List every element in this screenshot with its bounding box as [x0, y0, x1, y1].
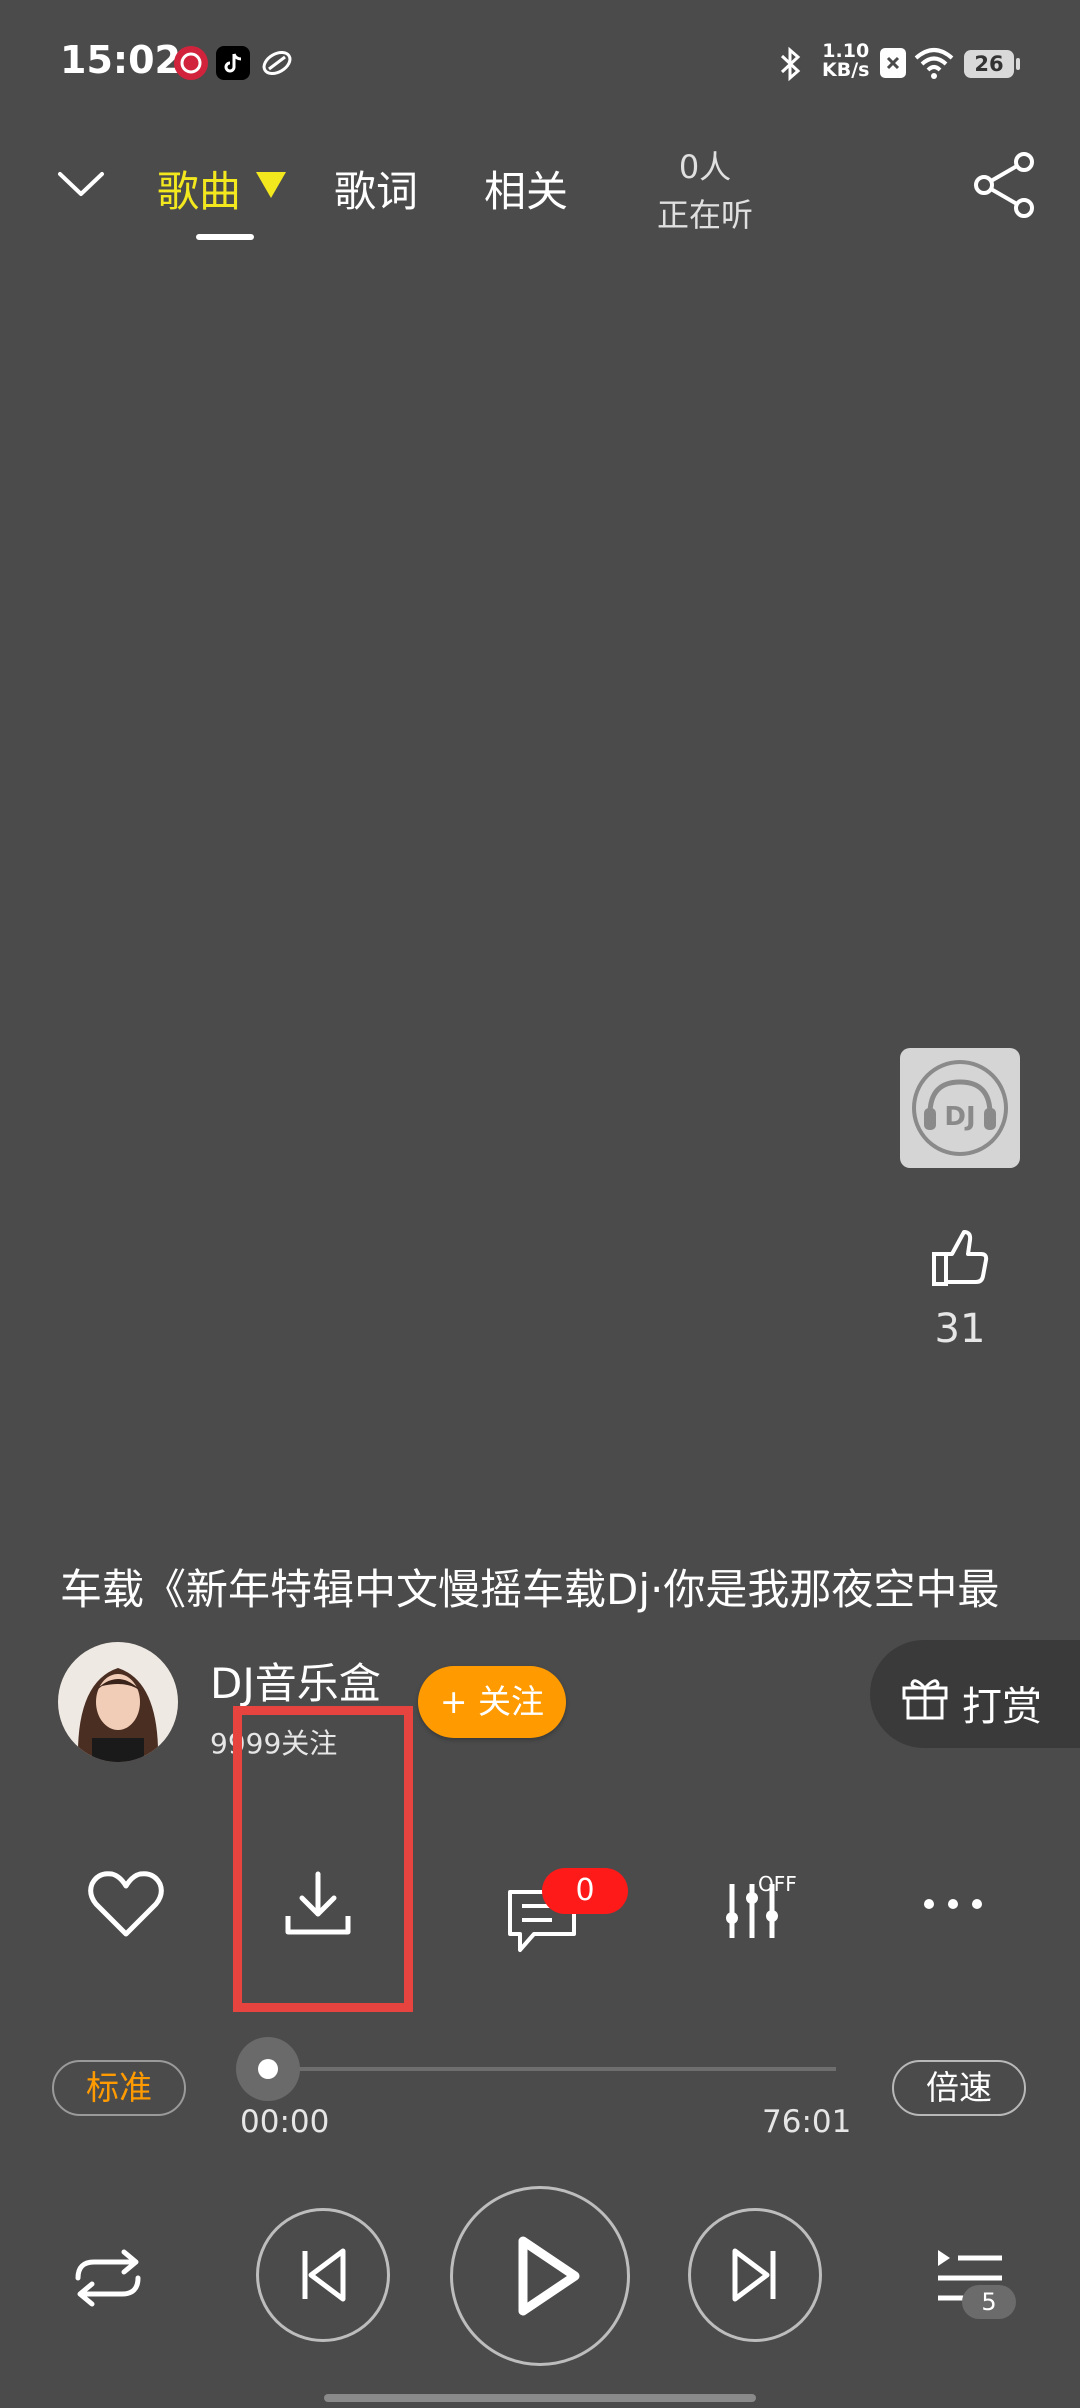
- like-count: 31: [934, 1306, 986, 1352]
- more-icon[interactable]: [920, 1896, 986, 1912]
- playback-speed-button[interactable]: 倍速: [892, 2060, 1026, 2116]
- listeners-label: 正在听: [656, 196, 753, 234]
- tab-lyrics[interactable]: 歌词: [334, 158, 418, 219]
- battery-tip: [1016, 58, 1020, 70]
- svg-text:DJ: DJ: [944, 1102, 975, 1132]
- bluetooth-icon: [776, 46, 806, 82]
- artist-avatar[interactable]: [58, 1642, 178, 1762]
- share-icon[interactable]: [970, 150, 1040, 220]
- play-button[interactable]: [450, 2186, 630, 2366]
- play-icon: [518, 2236, 580, 2316]
- next-button[interactable]: [688, 2208, 822, 2342]
- wifi-icon: [914, 46, 954, 80]
- dj-logo-icon[interactable]: DJ: [900, 1048, 1020, 1168]
- previous-button[interactable]: [256, 2208, 390, 2342]
- tab-related[interactable]: 相关: [484, 158, 568, 219]
- highlight-box: [233, 1706, 413, 2012]
- artist-name[interactable]: DJ音乐盒: [210, 1650, 381, 1711]
- current-time: 00:00: [240, 2104, 330, 2140]
- network-speed: 1.10 KB/s: [822, 40, 870, 81]
- home-indicator[interactable]: [324, 2394, 756, 2402]
- repeat-icon[interactable]: [68, 2248, 148, 2308]
- follow-button[interactable]: + 关注: [418, 1666, 566, 1738]
- listeners-count: 0人: [678, 148, 732, 186]
- link-app-icon: [260, 46, 294, 80]
- quality-button[interactable]: 标准: [52, 2060, 186, 2116]
- sim-off-icon: [880, 48, 906, 78]
- dj-app-icon: [174, 46, 208, 80]
- collapse-chevron-icon[interactable]: [56, 168, 106, 200]
- equalizer-state: OFF: [758, 1872, 797, 1896]
- total-time: 76:01: [762, 2104, 852, 2140]
- active-tab-indicator: [196, 234, 254, 240]
- comment-count-badge: 0: [542, 1868, 628, 1914]
- tiktok-icon: [216, 46, 250, 80]
- next-icon: [732, 2248, 776, 2302]
- gift-icon: [900, 1674, 950, 1720]
- heart-icon[interactable]: [86, 1868, 166, 1940]
- thumbs-up-icon[interactable]: [928, 1226, 992, 1290]
- playlist-count-badge: 5: [962, 2285, 1016, 2319]
- song-title: 车载《新年特辑中文慢摇车载Dj·你是我那夜空中最: [60, 1565, 1000, 1614]
- battery-indicator: 26: [964, 50, 1014, 78]
- status-time: 15:02: [60, 38, 181, 82]
- previous-icon: [302, 2248, 346, 2302]
- tab-song-dropdown-icon[interactable]: [254, 170, 288, 200]
- progress-track[interactable]: [268, 2067, 836, 2071]
- reward-label: 打赏: [962, 1684, 1042, 1730]
- tab-song[interactable]: 歌曲: [157, 158, 241, 219]
- progress-knob-dot: [258, 2059, 278, 2079]
